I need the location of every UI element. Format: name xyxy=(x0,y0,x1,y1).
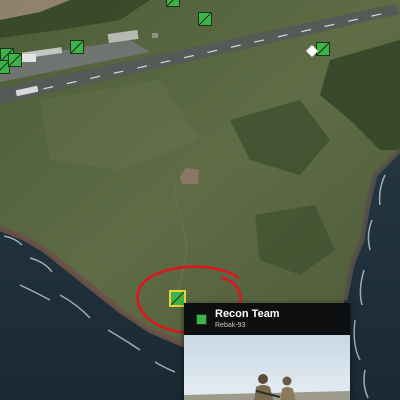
tooltip-title: Recon Team xyxy=(215,308,280,320)
squad-icon xyxy=(196,314,207,325)
unit-tooltip: Recon Team Rebak-93 xyxy=(184,303,350,400)
squad-marker-1[interactable] xyxy=(166,0,180,7)
small-building xyxy=(20,54,36,62)
tooltip-header: Recon Team Rebak-93 xyxy=(184,303,350,335)
unit-photo xyxy=(184,335,350,400)
squad-marker-6[interactable] xyxy=(8,53,22,67)
tooltip-subtitle: Rebak-93 xyxy=(215,322,246,329)
game-map-view[interactable]: Recon Team Rebak-93 xyxy=(0,0,400,400)
squad-marker-3[interactable] xyxy=(70,40,84,54)
squad-marker-2[interactable] xyxy=(198,12,212,26)
shed xyxy=(152,33,158,38)
squad-marker-7[interactable] xyxy=(316,42,330,56)
